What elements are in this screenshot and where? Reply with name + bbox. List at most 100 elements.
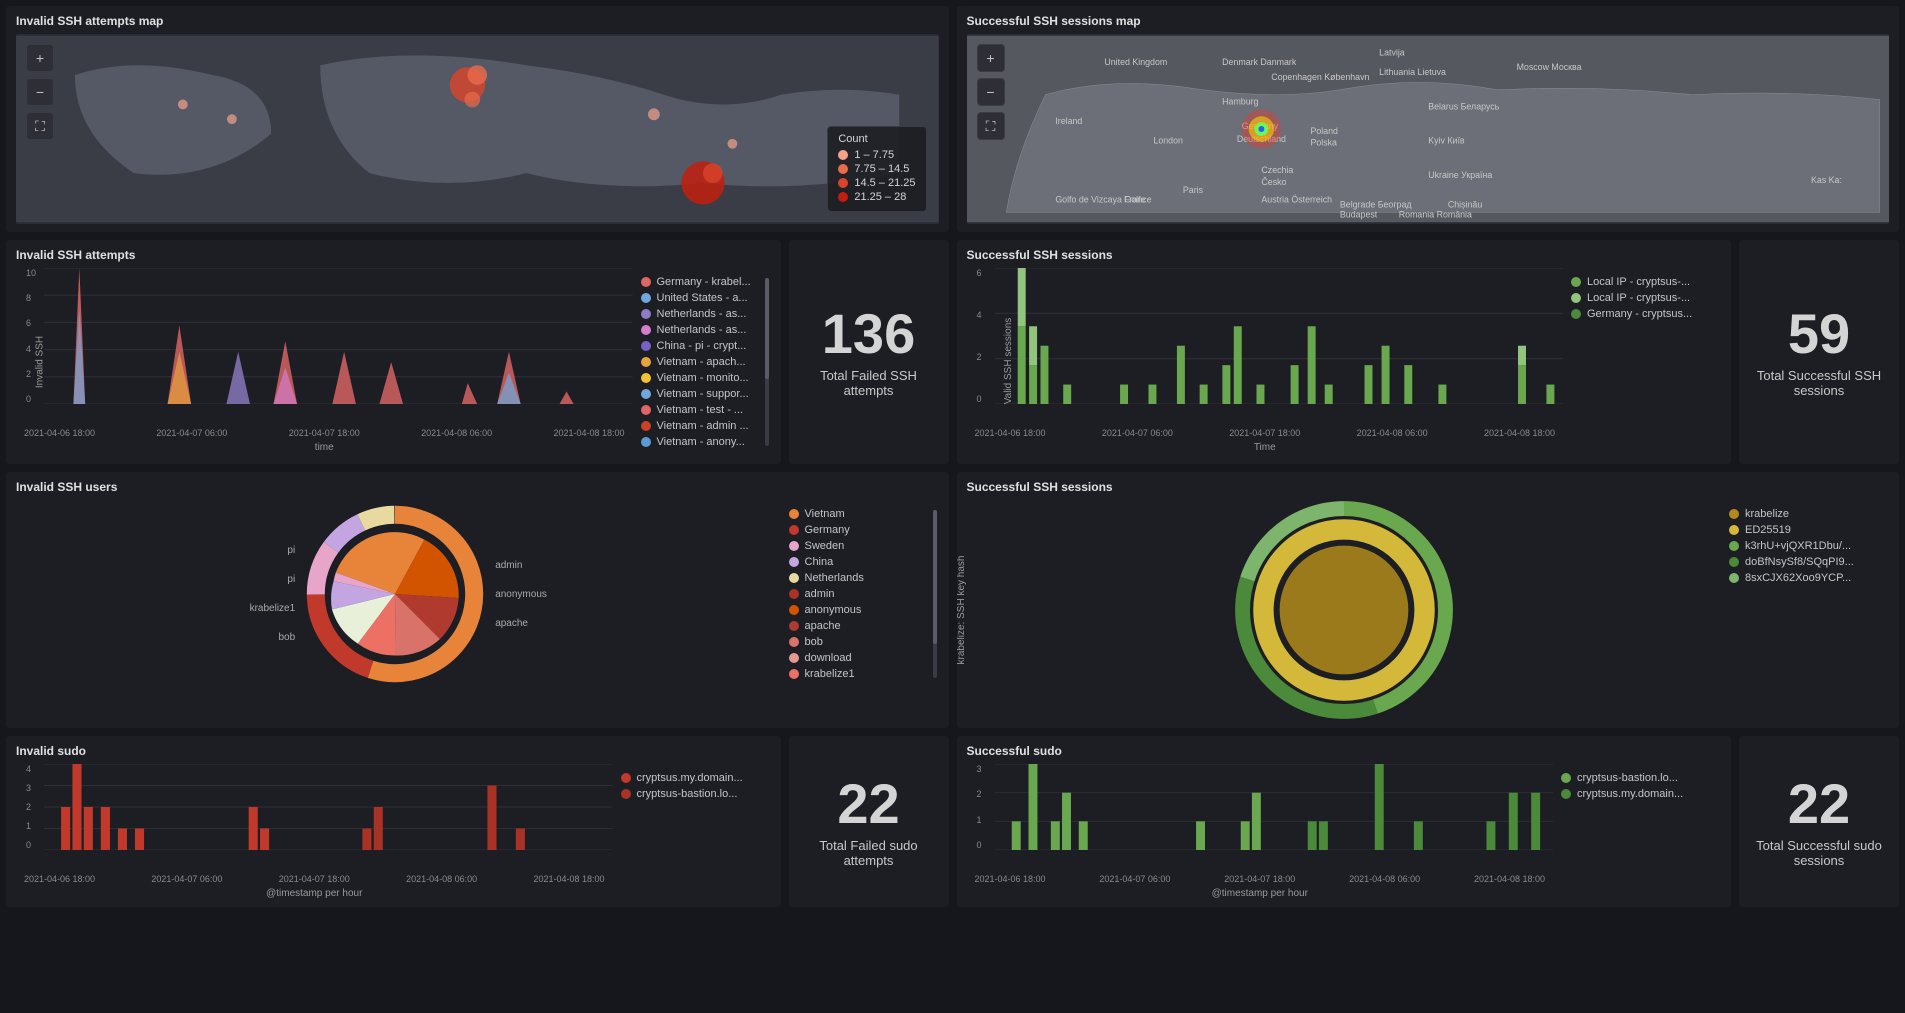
pie-chart-invalid-users[interactable] <box>305 504 485 684</box>
map-svg: United Kingdom Ireland London Hamburg Ge… <box>967 34 1890 224</box>
svg-text:Hamburg: Hamburg <box>1222 96 1258 106</box>
scrollbar[interactable] <box>933 510 937 678</box>
legend-item[interactable]: ED25519 <box>1729 524 1889 536</box>
scrollbar[interactable] <box>765 278 769 446</box>
legend-item[interactable]: bob <box>789 636 939 648</box>
legend-swatch-icon <box>1729 525 1739 535</box>
legend-item[interactable]: Vietnam - admin ... <box>641 420 771 432</box>
legend-item[interactable]: admin <box>789 588 939 600</box>
zoom-in-icon[interactable]: + <box>977 44 1005 72</box>
legend-label: China - pi - crypt... <box>657 340 747 352</box>
legend-swatch-icon <box>641 437 651 447</box>
legend-item[interactable]: Germany <box>789 524 939 536</box>
metric-success-ssh: 59 Total Successful SSH sessions <box>1739 240 1899 464</box>
panel-invalid-ssh-map: Invalid SSH attempts map + − ⛶ <box>6 6 949 232</box>
map-svg <box>16 34 939 224</box>
legend-item[interactable]: China <box>789 556 939 568</box>
panel-invalid-ssh-users: Invalid SSH users pi pi krabelize1 bob <box>6 472 949 728</box>
fit-bounds-icon[interactable]: ⛶ <box>26 112 54 140</box>
svg-text:Budapest: Budapest <box>1339 209 1377 219</box>
legend-item[interactable]: download <box>789 652 939 664</box>
legend-item[interactable]: Sweden <box>789 540 939 552</box>
legend-item[interactable]: cryptsus.my.domain... <box>1561 788 1721 800</box>
legend-invalid-users: Vietnam Germany Sweden China Netherlands admi… <box>789 500 939 688</box>
legend-item[interactable]: Vietnam - anony... <box>641 436 771 448</box>
legend-item[interactable]: Vietnam - suppor... <box>641 388 771 400</box>
legend-swatch-icon <box>1729 541 1739 551</box>
legend-item[interactable]: Vietnam <box>789 508 939 520</box>
legend-label: Germany - krabel... <box>657 276 751 288</box>
legend-success-keys: krabelize ED25519 k3rhU+vjQXR1Dbu/... doBfN… <box>1729 500 1889 720</box>
legend-item[interactable]: Vietnam - apach... <box>641 356 771 368</box>
svg-text:Ireland: Ireland <box>1055 116 1082 126</box>
svg-text:Latvija: Latvija <box>1379 47 1405 57</box>
legend-label: United States - a... <box>657 292 748 304</box>
legend-item[interactable]: apache <box>789 620 939 632</box>
legend-swatch-icon <box>789 509 799 519</box>
svg-text:Chișinău: Chișinău <box>1447 200 1481 210</box>
pie-labels-left: pi pi krabelize1 bob <box>250 545 296 643</box>
legend-label: bob <box>805 636 823 648</box>
legend-item[interactable]: Germany - cryptsus... <box>1571 308 1721 320</box>
metric-label: Total Successful sudo sessions <box>1749 838 1889 868</box>
legend-item[interactable]: cryptsus-bastion.lo... <box>621 788 771 800</box>
legend-label: Vietnam <box>805 508 845 520</box>
legend-swatch-icon <box>1729 557 1739 567</box>
legend-item[interactable]: Local IP - cryptsus-... <box>1571 292 1721 304</box>
legend-item[interactable]: cryptsus.my.domain... <box>621 772 771 784</box>
legend-swatch-icon <box>641 421 651 431</box>
bar-chart-success-sudo[interactable]: 3 2 1 0 <box>967 764 1554 874</box>
legend-item[interactable]: krabelize1 <box>789 668 939 680</box>
svg-text:Lithuania Lietuva: Lithuania Lietuva <box>1379 67 1446 77</box>
legend-item[interactable]: Local IP - cryptsus-... <box>1571 276 1721 288</box>
panel-title: Invalid SSH attempts map <box>16 14 939 28</box>
legend-item[interactable]: doBfNsySf8/SQqPI9... <box>1729 556 1889 568</box>
panel-title: Invalid sudo <box>16 744 771 758</box>
legend-label: 8sxCJX62Xoo9YCP... <box>1745 572 1851 584</box>
svg-text:Belarus Беларусь: Belarus Беларусь <box>1428 101 1499 111</box>
panel-success-ssh-chart: Successful SSH sessions 6 4 2 0 2021-04-… <box>957 240 1732 464</box>
fit-bounds-icon[interactable]: ⛶ <box>977 112 1005 140</box>
legend-invalid-ssh: Germany - krabel... United States - a... N… <box>641 268 771 456</box>
legend-swatch-icon <box>1571 309 1581 319</box>
zoom-out-icon[interactable]: − <box>977 78 1005 106</box>
zoom-in-icon[interactable]: + <box>26 44 54 72</box>
legend-label: cryptsus-bastion.lo... <box>637 788 738 800</box>
bar-chart-success-ssh[interactable]: 6 4 2 0 <box>967 268 1564 428</box>
legend-swatch-icon <box>1729 509 1739 519</box>
legend-item[interactable]: Vietnam - test - ... <box>641 404 771 416</box>
legend-swatch-icon <box>1571 277 1581 287</box>
legend-label: admin <box>805 588 835 600</box>
legend-invalid-sudo: cryptsus.my.domain... cryptsus-bastion.lo… <box>621 764 771 899</box>
legend-item[interactable]: Netherlands - as... <box>641 308 771 320</box>
legend-item[interactable]: 8sxCJX62Xoo9YCP... <box>1729 572 1889 584</box>
legend-swatch-icon <box>621 789 631 799</box>
legend-item[interactable]: k3rhU+vjQXR1Dbu/... <box>1729 540 1889 552</box>
metric-value: 22 <box>1788 776 1850 832</box>
world-map-invalid[interactable]: + − ⛶ Count 1 <box>16 34 939 224</box>
svg-text:Paris: Paris <box>1182 185 1203 195</box>
legend-label: Vietnam - admin ... <box>657 420 749 432</box>
legend-swatch-icon <box>641 309 651 319</box>
legend-label: Local IP - cryptsus-... <box>1587 276 1690 288</box>
legend-item[interactable]: anonymous <box>789 604 939 616</box>
bar-chart-invalid-sudo[interactable]: 4 3 2 1 0 <box>16 764 613 874</box>
legend-swatch-icon <box>789 653 799 663</box>
legend-label: Vietnam - suppor... <box>657 388 749 400</box>
legend-item[interactable]: Germany - krabel... <box>641 276 771 288</box>
legend-item[interactable]: China - pi - crypt... <box>641 340 771 352</box>
legend-swatch-icon <box>641 277 651 287</box>
metric-value: 136 <box>822 306 915 362</box>
legend-item[interactable]: cryptsus-bastion.lo... <box>1561 772 1721 784</box>
legend-item[interactable]: Vietnam - monito... <box>641 372 771 384</box>
legend-item[interactable]: United States - a... <box>641 292 771 304</box>
sunburst-chart-ssh-keys[interactable] <box>1234 500 1454 720</box>
legend-item[interactable]: Netherlands <box>789 572 939 584</box>
legend-swatch-icon <box>641 405 651 415</box>
legend-item[interactable]: krabelize <box>1729 508 1889 520</box>
legend-item[interactable]: Netherlands - as... <box>641 324 771 336</box>
europe-map-success[interactable]: + − ⛶ United Kingdom Ireland London Hamb… <box>967 34 1890 224</box>
zoom-out-icon[interactable]: − <box>26 78 54 106</box>
area-chart-invalid-ssh[interactable]: 10 8 6 4 2 0 <box>16 268 633 428</box>
legend-label: Germany - cryptsus... <box>1587 308 1692 320</box>
